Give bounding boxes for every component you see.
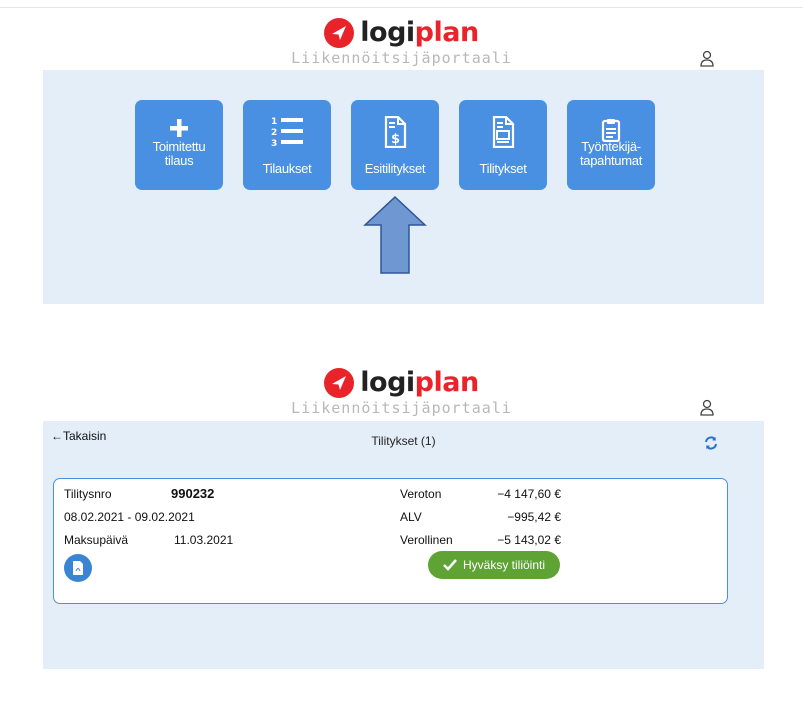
vat-value: −995,42 € <box>507 510 561 524</box>
document-icon <box>459 112 547 152</box>
svg-text:2: 2 <box>271 128 277 138</box>
settlement-number-value: 990232 <box>171 486 215 501</box>
logo-text-plan: plan <box>414 367 480 398</box>
approve-button[interactable]: Hyväksy tiliöinti <box>428 551 560 579</box>
svg-text:$: $ <box>391 132 400 147</box>
tile-label-line1: Työntekijä- <box>581 139 641 154</box>
svg-text:3: 3 <box>271 139 277 149</box>
checkmark-icon <box>443 559 457 571</box>
approve-button-label: Hyväksy tiliöinti <box>462 558 546 572</box>
tile-tilaukset[interactable]: 123 Tilaukset <box>243 100 331 190</box>
invoice-dollar-icon: $ <box>351 112 439 152</box>
user-icon[interactable] <box>699 50 715 68</box>
settlements-panel: ←Takaisin Tilitykset (1) Tilitysnro 9902… <box>43 421 764 669</box>
logiplan-logo-icon <box>324 368 355 398</box>
tile-label-line2: tapahtumat <box>579 153 643 168</box>
svg-text:1: 1 <box>271 117 277 127</box>
payday-label: Maksupäivä <box>64 533 129 547</box>
settlement-card[interactable]: Tilitysnro 990232 08.02.2021 - 09.02.202… <box>53 478 728 604</box>
user-icon[interactable] <box>699 399 715 417</box>
portal-subtitle: Liikennöitsijäportaali <box>291 49 512 67</box>
top-divider <box>0 7 803 8</box>
refresh-icon[interactable] <box>704 436 718 450</box>
menu-panel: Toimitettu tilaus 123 Tilaukset $ Esitil… <box>43 70 764 304</box>
tile-label: Esitilitykset <box>364 161 426 176</box>
gross-label: Verollinen <box>400 533 453 547</box>
payday-value: 11.03.2021 <box>174 533 234 547</box>
gross-value: −5 143,02 € <box>497 533 561 547</box>
tile-toimitettu-tilaus[interactable]: Toimitettu tilaus <box>135 100 223 190</box>
tile-esitilitykset[interactable]: $ Esitilitykset <box>351 100 439 190</box>
logiplan-logo-icon <box>324 18 355 48</box>
pdf-file-icon <box>73 561 83 575</box>
settlement-period: 08.02.2021 - 09.02.2021 <box>64 510 195 524</box>
tile-label-line2: tilaus <box>164 153 194 168</box>
logo-text-logi: logi <box>360 367 415 398</box>
tile-label-line1: Toimitettu <box>152 139 206 154</box>
tile-tilitykset[interactable]: Tilitykset <box>459 100 547 190</box>
net-value: −4 147,60 € <box>497 487 561 501</box>
settlement-number-label: Tilitysnro <box>64 487 112 501</box>
tile-label: Tilitykset <box>479 161 527 176</box>
up-arrow-indicator <box>363 195 427 274</box>
header-logo: logiplan Liikennöitsijäportaali <box>0 17 803 68</box>
vat-label: ALV <box>400 510 422 524</box>
tile-label: Tilaukset <box>262 161 312 176</box>
pdf-download-button[interactable] <box>64 554 92 582</box>
logo-text-plan: plan <box>414 17 480 48</box>
header-logo-2: logiplan Liikennöitsijäportaali <box>0 367 803 418</box>
net-label: Veroton <box>400 487 442 501</box>
tile-tyontekija-tapahtumat[interactable]: Työntekijä- tapahtumat <box>567 100 655 190</box>
logo-text-logi: logi <box>360 17 415 48</box>
portal-subtitle: Liikennöitsijäportaali <box>291 399 512 417</box>
settlements-title: Tilitykset (1) <box>371 434 436 448</box>
numbered-list-icon: 123 <box>243 112 331 152</box>
